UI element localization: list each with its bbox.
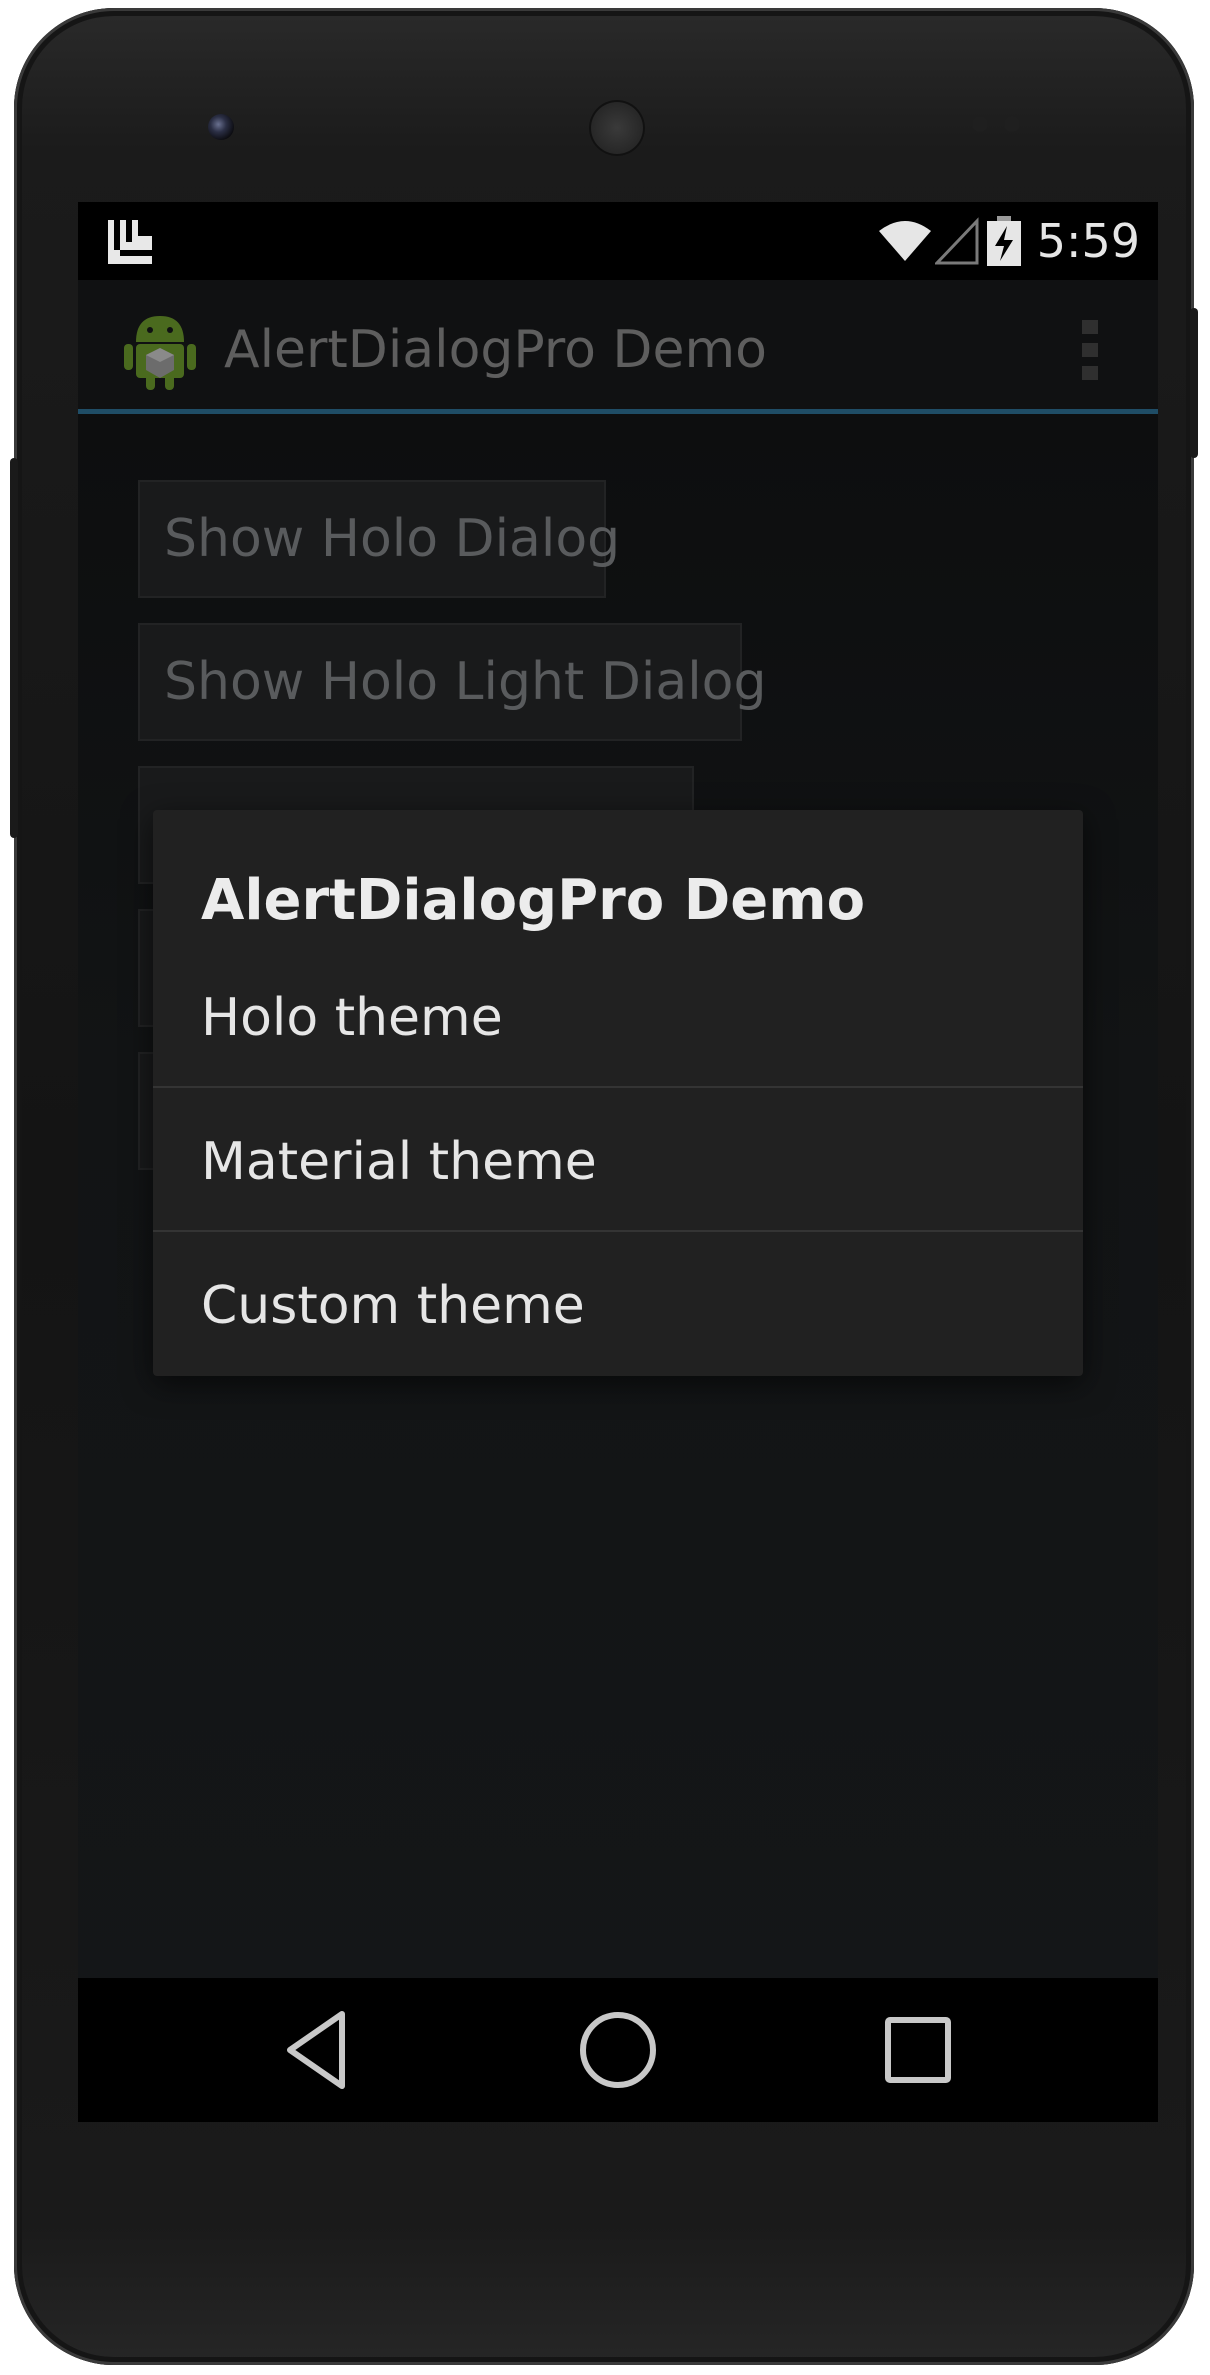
dialog-item-label: Material theme: [201, 1132, 597, 1192]
dialog-item-custom-theme[interactable]: Custom theme: [153, 1232, 1083, 1376]
proximity-sensor: [972, 116, 988, 132]
dialog-item-label: Custom theme: [201, 1276, 585, 1336]
wifi-icon: [878, 221, 931, 261]
dialog-item-holo-theme[interactable]: Holo theme: [153, 944, 1083, 1088]
recents-icon[interactable]: [876, 2008, 960, 2092]
navigation-bar: [78, 1978, 1158, 2122]
phone-frame: 5:59 AlertDialogPro Demo Show Holo Dialo…: [10, 8, 1198, 2365]
light-sensor: [1004, 116, 1020, 132]
overflow-menu-icon[interactable]: [1082, 320, 1100, 380]
back-icon[interactable]: [276, 2008, 360, 2092]
volume-button: [10, 458, 18, 838]
show-holo-dialog-button[interactable]: Show Holo Dialog: [138, 480, 620, 598]
earpiece-speaker: [589, 100, 645, 156]
power-button: [1190, 308, 1198, 458]
dialog-item-material-theme[interactable]: Material theme: [153, 1088, 1083, 1232]
status-time: 5:59: [1036, 214, 1140, 268]
screen: 5:59 AlertDialogPro Demo Show Holo Dialo…: [78, 202, 1158, 2122]
home-icon[interactable]: [576, 2008, 660, 2092]
dialog-title: AlertDialogPro Demo: [201, 868, 866, 933]
dialog-item-label: Holo theme: [201, 988, 503, 1048]
status-bar: 5:59: [78, 202, 1158, 280]
android-icon: [124, 316, 196, 390]
theme-dialog: AlertDialogPro Demo Holo theme Material …: [153, 810, 1083, 1376]
battery-charging-icon: [986, 216, 1021, 266]
action-bar: AlertDialogPro Demo: [78, 280, 1158, 414]
launcher-notification-icon: [108, 220, 152, 264]
app-title: AlertDialogPro Demo: [224, 320, 767, 380]
status-icons: 5:59: [877, 202, 1140, 280]
front-camera: [208, 114, 234, 140]
show-holo-light-dialog-button[interactable]: Show Holo Light Dialog: [138, 623, 766, 741]
signal-icon: [934, 217, 979, 265]
